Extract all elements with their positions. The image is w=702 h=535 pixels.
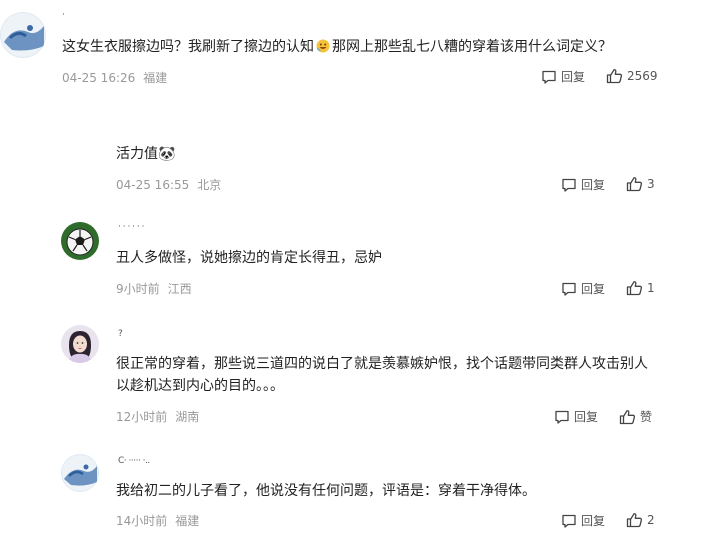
like-button[interactable]: 2569 bbox=[606, 68, 658, 84]
reply-label: 回复 bbox=[561, 70, 586, 84]
reply-bubble-icon bbox=[555, 410, 569, 424]
like-count: 2 bbox=[647, 513, 655, 527]
comment-text: 这女生衣服擦边吗？我刷新了擦边的认知 那网上那些乱七八糟的穿着该用什么词定义？ bbox=[62, 36, 612, 60]
comment-meta: 14小时前 福建 bbox=[116, 512, 199, 529]
avatar[interactable] bbox=[0, 12, 46, 58]
comment-location: 湖南 bbox=[175, 410, 200, 424]
comment-username[interactable]: C· ····· ·.. bbox=[118, 456, 150, 466]
reply-label: 回复 bbox=[581, 178, 606, 192]
comment-text: 很正常的穿着，那些说三道四的说白了就是羡慕嫉妒恨，找个话题带同类群人攻击别人 以… bbox=[116, 353, 648, 397]
reply-bubble-icon bbox=[542, 70, 556, 84]
like-button[interactable]: 2 bbox=[626, 512, 655, 528]
comment-meta: 9小时前 江西 bbox=[116, 280, 192, 297]
comment-location: 福建 bbox=[175, 514, 200, 528]
reply-label: 回复 bbox=[574, 410, 599, 424]
like-label: 赞 bbox=[640, 410, 653, 424]
avatar[interactable] bbox=[61, 454, 99, 492]
thumbs-up-icon bbox=[619, 409, 636, 424]
like-count: 2569 bbox=[627, 69, 658, 83]
thumbs-up-icon bbox=[626, 177, 643, 192]
comment-meta: 04-25 16:55 北京 bbox=[116, 176, 221, 193]
soccer-ball-icon bbox=[61, 222, 99, 260]
like-button[interactable]: 3 bbox=[626, 176, 655, 192]
comment-username[interactable]: ? bbox=[118, 329, 123, 339]
reply-label: 回复 bbox=[581, 514, 606, 528]
bird-painting-icon bbox=[61, 454, 99, 492]
like-button[interactable]: 1 bbox=[626, 280, 655, 296]
comment-text: 活力值🐼 bbox=[116, 146, 176, 162]
comment-time: 12小时前 bbox=[116, 410, 168, 424]
thumbs-up-icon bbox=[626, 281, 643, 296]
comment-text-line: 很正常的穿着，那些说三道四的说白了就是羡慕嫉妒恨，找个话题带同类群人攻击别人 bbox=[116, 356, 648, 372]
reply-bubble-icon bbox=[562, 514, 576, 528]
comment-text-part: 这女生衣服擦边吗？我刷新了擦边的认知 bbox=[62, 39, 314, 55]
comment-meta: 12小时前 湖南 bbox=[116, 408, 199, 425]
like-count: 1 bbox=[647, 281, 655, 295]
comment-location: 北京 bbox=[197, 178, 222, 192]
woman-portrait-icon bbox=[61, 325, 99, 363]
avatar[interactable] bbox=[61, 325, 99, 363]
reply-button[interactable]: 回复 bbox=[561, 512, 605, 529]
comment-username[interactable]: · bbox=[62, 10, 65, 20]
like-button[interactable]: 赞 bbox=[619, 408, 652, 425]
reply-label: 回复 bbox=[581, 282, 606, 296]
comment-text: 丑人多做怪，说她擦边的肯定长得丑，忌妒 bbox=[116, 250, 382, 266]
laughing-emoji-icon bbox=[316, 38, 330, 60]
thumbs-up-icon bbox=[626, 513, 643, 528]
like-count: 3 bbox=[647, 177, 655, 191]
comment-time: 14小时前 bbox=[116, 514, 168, 528]
thumbs-up-icon bbox=[606, 69, 623, 84]
comment-time: 9小时前 bbox=[116, 282, 160, 296]
reply-bubble-icon bbox=[562, 178, 576, 192]
comment-text-part: 那网上那些乱七八糟的穿着该用什么词定义？ bbox=[332, 39, 612, 55]
comment-text: 我给初二的儿子看了，他说没有任何问题，评语是：穿着干净得体。 bbox=[116, 483, 536, 499]
reply-button[interactable]: 回复 bbox=[541, 68, 585, 85]
reply-button[interactable]: 回复 bbox=[561, 280, 605, 297]
bird-painting-icon bbox=[0, 12, 46, 58]
comment-location: 江西 bbox=[167, 282, 192, 296]
comment-location: 福建 bbox=[143, 71, 168, 85]
reply-button[interactable]: 回复 bbox=[561, 176, 605, 193]
reply-button[interactable]: 回复 bbox=[554, 408, 598, 425]
comment-time: 04-25 16:26 bbox=[62, 71, 136, 85]
reply-bubble-icon bbox=[562, 282, 576, 296]
comment-meta: 04-25 16:26 福建 bbox=[62, 69, 167, 86]
avatar[interactable] bbox=[61, 222, 99, 260]
comment-text-line: 以趁机达到内心的目的。。。 bbox=[116, 378, 284, 394]
comment-time: 04-25 16:55 bbox=[116, 178, 190, 192]
comment-username[interactable]: · · · · · · bbox=[118, 222, 144, 232]
